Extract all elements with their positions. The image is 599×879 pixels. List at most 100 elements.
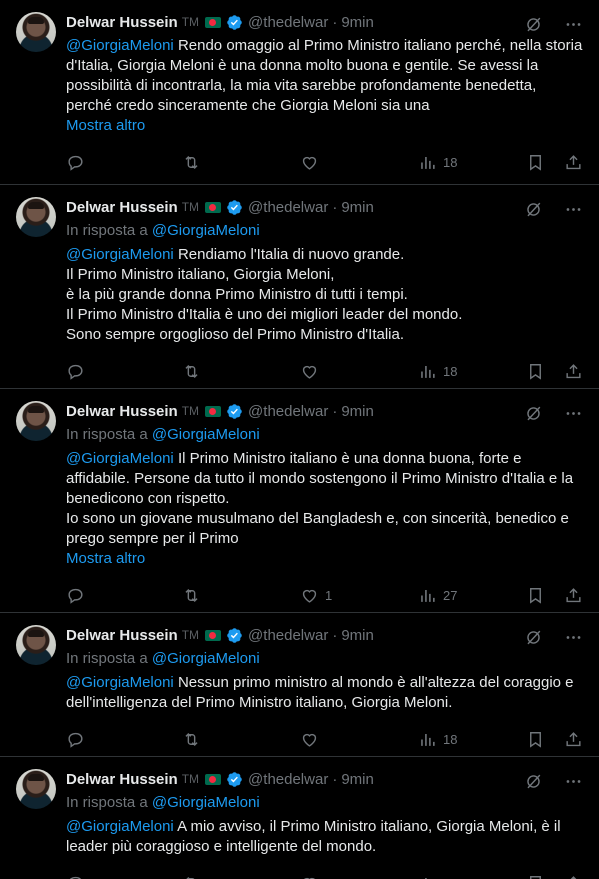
views-button[interactable]: 18	[418, 362, 457, 381]
bangladesh-flag-icon	[205, 201, 222, 213]
reply-target-link[interactable]: @GiorgiaMeloni	[152, 426, 260, 443]
tweet[interactable]: Delwar Hussein TM @thedelwar · 9min In r…	[0, 613, 599, 757]
mention-link[interactable]: @GiorgiaMeloni	[66, 674, 174, 691]
bookmark-button[interactable]	[526, 153, 545, 172]
more-options-icon[interactable]	[563, 199, 583, 219]
mention-link[interactable]: @GiorgiaMeloni	[66, 246, 174, 263]
reply-button[interactable]	[66, 153, 91, 172]
separator-dot: ·	[332, 626, 338, 644]
more-options-icon[interactable]	[563, 14, 583, 34]
mention-link[interactable]: @GiorgiaMeloni	[66, 37, 174, 54]
avatar[interactable]	[16, 401, 56, 441]
reply-context: In risposta a @GiorgiaMeloni	[66, 793, 583, 813]
share-button[interactable]	[564, 586, 583, 605]
view-count: 27	[443, 587, 458, 603]
show-more-link[interactable]: Mostra altro	[66, 116, 583, 136]
like-button[interactable]: 1	[300, 586, 332, 605]
trademark-label: TM	[181, 628, 200, 642]
views-button[interactable]: 18	[418, 153, 457, 172]
show-more-link[interactable]: Mostra altro	[66, 549, 583, 569]
reply-context: In risposta a @GiorgiaMeloni	[66, 425, 583, 445]
avatar[interactable]	[16, 625, 56, 665]
timestamp[interactable]: 9min	[341, 14, 374, 31]
bookmark-button[interactable]	[526, 874, 545, 879]
bangladesh-flag-icon	[205, 405, 222, 417]
reply-target-link[interactable]: @GiorgiaMeloni	[152, 222, 260, 239]
bookmark-button[interactable]	[526, 362, 545, 381]
separator-dot: ·	[332, 13, 338, 31]
timestamp[interactable]: 9min	[341, 403, 374, 420]
avatar[interactable]	[16, 12, 56, 52]
tweet[interactable]: Delwar Hussein TM @thedelwar · 9min In r…	[0, 389, 599, 613]
retweet-button[interactable]	[182, 153, 207, 172]
views-button[interactable]: 27	[418, 586, 457, 605]
author-handle[interactable]: @thedelwar	[248, 627, 328, 644]
reply-button[interactable]: 1	[66, 874, 98, 879]
like-button[interactable]	[300, 730, 325, 749]
author-handle[interactable]: @thedelwar	[248, 771, 328, 788]
like-button[interactable]	[300, 362, 325, 381]
share-button[interactable]	[564, 730, 583, 749]
reply-prefix: In risposta a	[66, 426, 148, 443]
grok-icon[interactable]	[523, 199, 543, 219]
reply-count: 1	[91, 876, 98, 879]
retweet-button[interactable]	[182, 586, 207, 605]
more-options-icon[interactable]	[563, 403, 583, 423]
share-button[interactable]	[564, 153, 583, 172]
author-handle[interactable]: @thedelwar	[248, 14, 328, 31]
reply-button[interactable]	[66, 362, 91, 381]
author-name[interactable]: Delwar Hussein	[66, 199, 178, 216]
author-handle[interactable]: @thedelwar	[248, 403, 328, 420]
trademark-label: TM	[181, 404, 200, 418]
tweet[interactable]: Delwar Hussein TM @thedelwar · 9min @Gio…	[0, 0, 599, 185]
grok-icon[interactable]	[523, 14, 543, 34]
views-button[interactable]: 18	[418, 730, 457, 749]
like-button[interactable]	[300, 153, 325, 172]
bookmark-button[interactable]	[526, 586, 545, 605]
tweet-header: Delwar Hussein TM @thedelwar · 9min	[66, 625, 583, 645]
more-options-icon[interactable]	[563, 771, 583, 791]
grok-icon[interactable]	[523, 627, 543, 647]
author-name[interactable]: Delwar Hussein	[66, 627, 178, 644]
retweet-button[interactable]	[182, 362, 207, 381]
timestamp[interactable]: 9min	[341, 627, 374, 644]
author-handle[interactable]: @thedelwar	[248, 199, 328, 216]
tweet[interactable]: Delwar Hussein TM @thedelwar · 9min In r…	[0, 185, 599, 389]
grok-icon[interactable]	[523, 403, 543, 423]
tweet-text: @GiorgiaMeloni Nessun primo ministro al …	[66, 673, 583, 713]
verified-badge-icon	[226, 627, 243, 644]
like-button[interactable]: 3	[300, 874, 332, 879]
author-name[interactable]: Delwar Hussein	[66, 771, 178, 788]
views-button[interactable]: 64	[418, 874, 457, 879]
timestamp[interactable]: 9min	[341, 199, 374, 216]
bookmark-button[interactable]	[526, 730, 545, 749]
retweet-button[interactable]: 1	[182, 874, 214, 879]
more-options-icon[interactable]	[563, 627, 583, 647]
retweet-count: 1	[207, 876, 214, 879]
mention-link[interactable]: @GiorgiaMeloni	[66, 450, 174, 467]
tweet[interactable]: Delwar Hussein TM @thedelwar · 9min In r…	[0, 757, 599, 879]
retweet-button[interactable]	[182, 730, 207, 749]
separator-dot: ·	[332, 770, 338, 788]
reply-button[interactable]	[66, 730, 91, 749]
tweet-text: @GiorgiaMeloni Il Primo Ministro italian…	[66, 449, 583, 549]
mention-link[interactable]: @GiorgiaMeloni	[66, 818, 174, 835]
reply-target-link[interactable]: @GiorgiaMeloni	[152, 650, 260, 667]
share-button[interactable]	[564, 362, 583, 381]
grok-icon[interactable]	[523, 771, 543, 791]
verified-badge-icon	[226, 199, 243, 216]
author-name[interactable]: Delwar Hussein	[66, 403, 178, 420]
reply-button[interactable]	[66, 586, 91, 605]
reply-prefix: In risposta a	[66, 794, 148, 811]
reply-target-link[interactable]: @GiorgiaMeloni	[152, 794, 260, 811]
author-name[interactable]: Delwar Hussein	[66, 14, 178, 31]
avatar[interactable]	[16, 197, 56, 237]
reply-prefix: In risposta a	[66, 222, 148, 239]
share-button[interactable]	[564, 874, 583, 879]
timeline: Delwar Hussein TM @thedelwar · 9min @Gio…	[0, 0, 599, 879]
trademark-label: TM	[181, 15, 200, 29]
avatar[interactable]	[16, 769, 56, 809]
timestamp[interactable]: 9min	[341, 771, 374, 788]
tweet-actions: 18	[66, 136, 583, 188]
like-count: 3	[325, 876, 332, 879]
